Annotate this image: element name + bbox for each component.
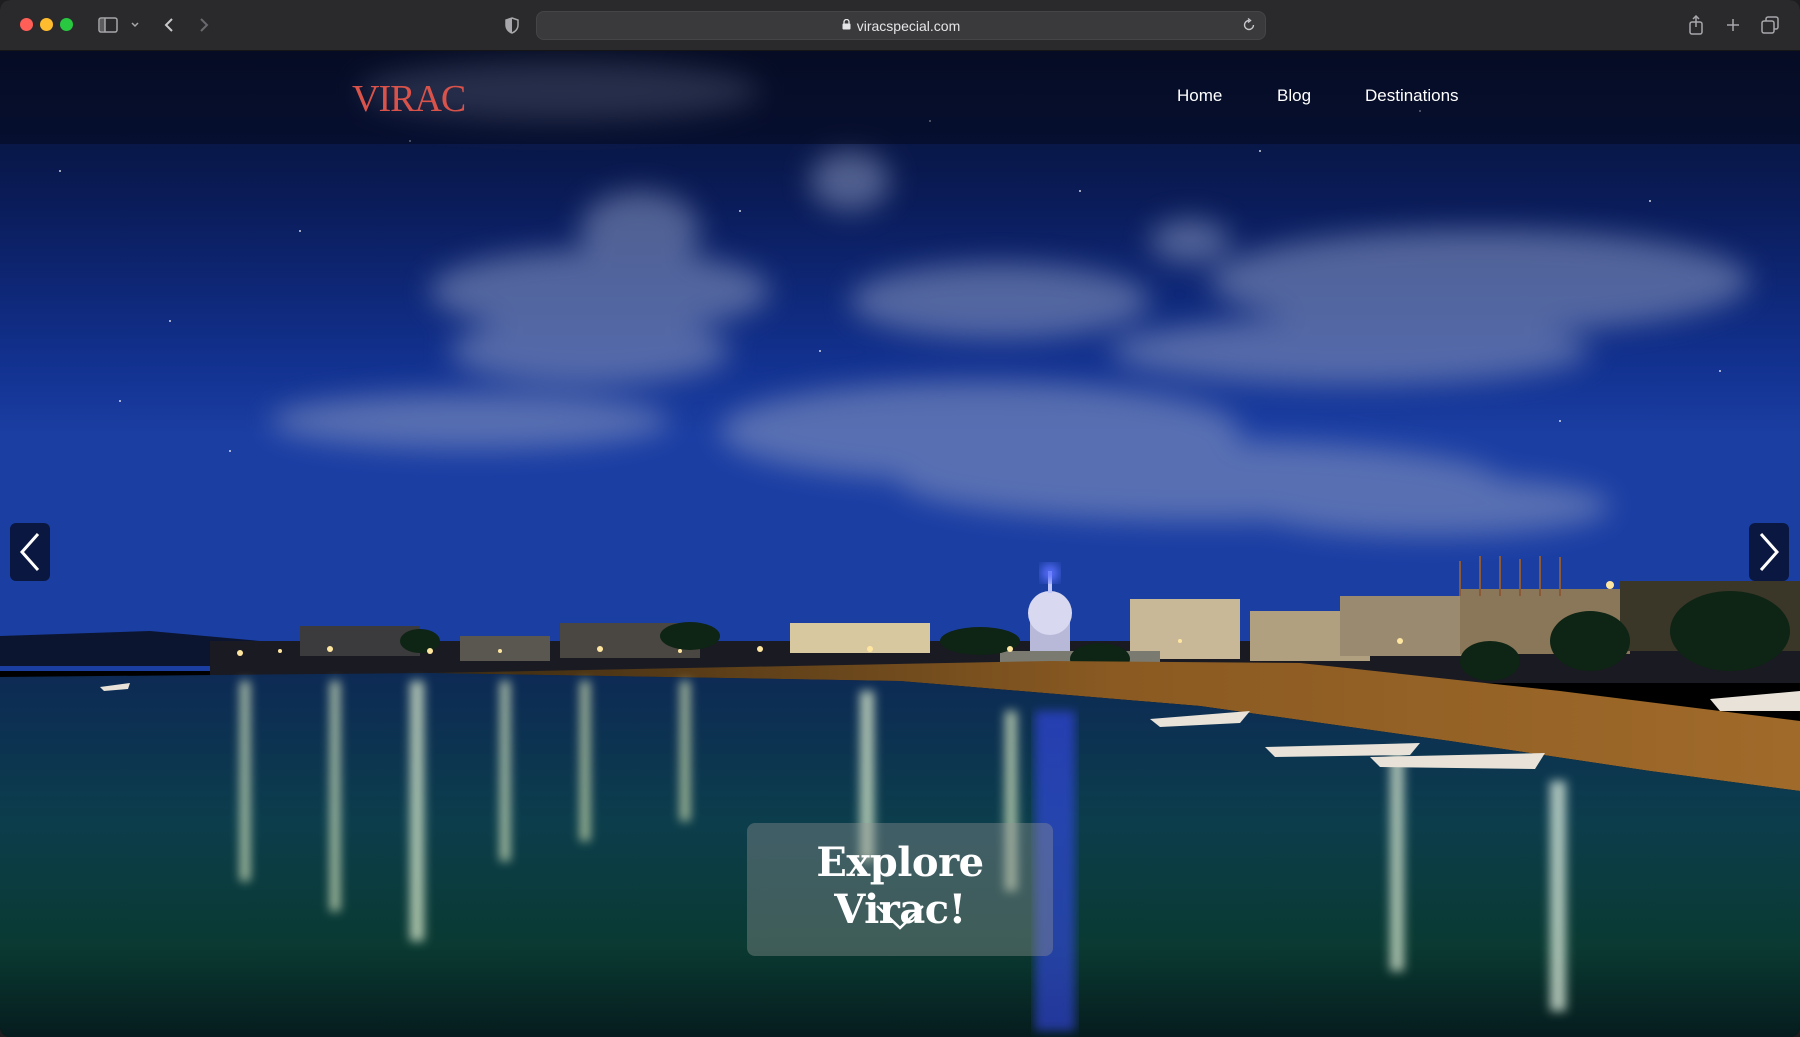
nav-link-blog[interactable]: Blog bbox=[1277, 86, 1311, 106]
forward-icon[interactable] bbox=[195, 12, 213, 38]
shield-icon[interactable] bbox=[502, 12, 522, 38]
site-logo[interactable]: VIRAC bbox=[352, 77, 466, 121]
chevron-down-icon[interactable] bbox=[875, 903, 925, 931]
url-text: viracspecial.com bbox=[856, 17, 961, 34]
close-window-button[interactable] bbox=[20, 18, 33, 31]
reload-icon[interactable] bbox=[1241, 17, 1257, 38]
web-page: VIRAC Home Blog Destinations Explore Vir… bbox=[0, 51, 1800, 1037]
lock-icon bbox=[842, 17, 851, 35]
site-header: VIRAC Home Blog Destinations bbox=[0, 51, 1800, 144]
back-icon[interactable] bbox=[160, 12, 178, 38]
chevron-down-icon[interactable] bbox=[128, 12, 142, 38]
share-icon[interactable] bbox=[1686, 12, 1706, 38]
address-bar[interactable]: viracspecial.com bbox=[536, 11, 1266, 40]
maximize-window-button[interactable] bbox=[60, 18, 73, 31]
browser-toolbar: viracspecial.com bbox=[0, 0, 1800, 51]
browser-window: viracspecial.com VIRAC Home Blog Destina… bbox=[0, 0, 1800, 1037]
plus-icon[interactable] bbox=[1723, 12, 1743, 38]
slider-prev-button[interactable] bbox=[10, 523, 50, 581]
nav-link-destinations[interactable]: Destinations bbox=[1365, 86, 1459, 106]
chevron-left-icon bbox=[19, 533, 40, 571]
sidebar-icon[interactable] bbox=[96, 12, 120, 38]
minimize-window-button[interactable] bbox=[40, 18, 53, 31]
slider-next-button[interactable] bbox=[1749, 523, 1789, 581]
chevron-right-icon bbox=[1759, 533, 1780, 571]
tabs-icon[interactable] bbox=[1760, 12, 1780, 38]
explore-cta[interactable]: Explore Virac! bbox=[747, 823, 1053, 956]
nav-link-home[interactable]: Home bbox=[1177, 86, 1222, 106]
